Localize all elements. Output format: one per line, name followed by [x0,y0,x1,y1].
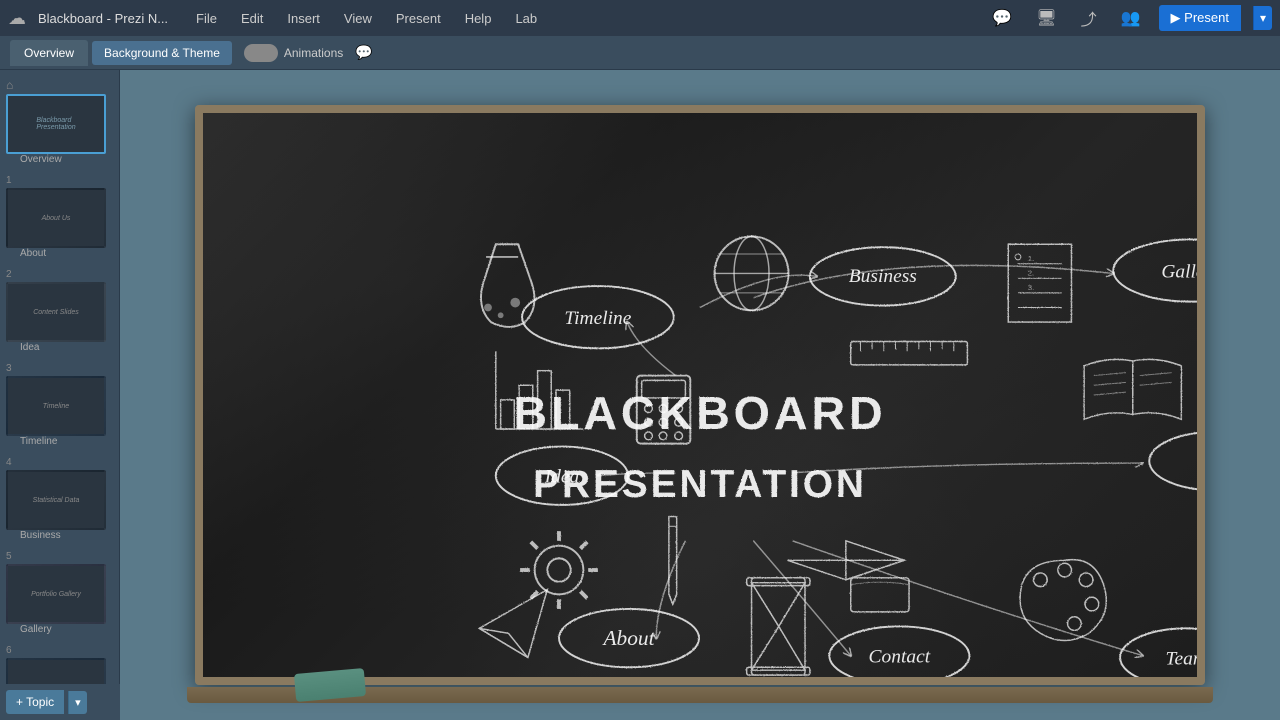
timeline-label: Timeline [6,436,57,447]
comment-icon: 💬 [355,44,372,61]
app-icon: ☁ [8,8,26,29]
slide-number-1: 1 [6,175,18,186]
timeline-thumbnail: Timeline [6,376,106,436]
idea-label: Idea [6,342,39,353]
sidebar-item-about[interactable]: 1 About Us About [4,173,115,261]
comment-button[interactable]: 💬 [986,4,1018,32]
animations-toggle: Animations 💬 [244,44,373,62]
content-area: BLACKBOARD PRESENTATION Business Gallery… [120,70,1280,720]
add-topic-dropdown-button[interactable]: ▾ [68,691,87,714]
sidebar-item-idea[interactable]: 2 Content Slides Idea [4,267,115,355]
business-label: Business [6,530,61,541]
bottom-bar: + Topic ▾ [0,684,120,720]
tab-background-theme[interactable]: Background & Theme [92,41,232,65]
business-thumbnail: Statistical Data [6,470,106,530]
menu-file[interactable]: File [190,9,223,28]
slide-number-3: 3 [6,363,18,374]
animations-switch[interactable] [244,44,278,62]
sidebar-item-overview[interactable]: ⌂ BlackboardPresentation Overview [4,76,115,167]
svg-text:Timeline: Timeline [564,308,631,329]
home-icon: ⌂ [6,78,13,92]
overview-label: Overview [6,154,62,165]
slide-number-6: 6 [6,645,18,656]
svg-text:Business: Business [849,266,917,287]
top-bar: ☁ Blackboard - Prezi N... File Edit Inse… [0,0,1280,36]
sidebar-item-timeline[interactable]: 3 Timeline Timeline [4,361,115,449]
menu-view[interactable]: View [338,9,378,28]
blackboard-wrapper: BLACKBOARD PRESENTATION Business Gallery… [195,105,1205,685]
board-svg: BLACKBOARD PRESENTATION Business Gallery… [203,113,1197,677]
gallery-label: Gallery [6,624,52,635]
menu-present[interactable]: Present [390,9,447,28]
window-title: Blackboard - Prezi N... [38,11,168,26]
menu-lab[interactable]: Lab [509,9,543,28]
share-button[interactable]: ⤴ [1075,2,1103,34]
sidebar: ⌂ BlackboardPresentation Overview 1 Abou… [0,70,120,720]
sidebar-item-business[interactable]: 4 Statistical Data Business [4,455,115,543]
about-label: About [6,248,46,259]
tab-overview[interactable]: Overview [10,40,88,66]
menu-edit[interactable]: Edit [235,9,269,28]
svg-text:2.: 2. [1028,268,1034,277]
gallery-thumbnail: Portfolio Gallery [6,564,106,624]
svg-text:3.: 3. [1028,283,1034,292]
about-thumbnail: About Us [6,188,106,248]
slide-number-5: 5 [6,551,18,562]
svg-text:Idea: Idea [544,467,580,488]
present-dropdown-button[interactable]: ▾ [1253,6,1272,30]
menu-insert[interactable]: Insert [281,9,326,28]
svg-text:About: About [601,626,655,650]
tabs-bar: Overview Background & Theme Animations 💬 [0,36,1280,70]
idea-thumbnail: Content Slides [6,282,106,342]
svg-text:Contact: Contact [869,646,931,667]
svg-text:PRESENTATION: PRESENTATION [533,463,867,506]
screen-button[interactable]: 🖥 [1030,4,1062,32]
svg-text:Team: Team [1165,648,1197,669]
add-topic-button[interactable]: + Topic [6,690,64,714]
blackboard[interactable]: BLACKBOARD PRESENTATION Business Gallery… [195,105,1205,685]
slide-number-2: 2 [6,269,18,280]
main-layout: ⌂ BlackboardPresentation Overview 1 Abou… [0,70,1280,720]
svg-text:Gallery: Gallery [1161,261,1197,282]
overview-thumbnail: BlackboardPresentation [6,94,106,154]
users-button[interactable]: 👥 [1115,4,1147,32]
slide-number-4: 4 [6,457,18,468]
svg-text:1.: 1. [1028,254,1034,263]
animations-label: Animations [284,46,343,60]
sidebar-item-gallery[interactable]: 5 Portfolio Gallery Gallery [4,549,115,637]
present-button[interactable]: ▶ Present [1159,5,1241,31]
menu-help[interactable]: Help [459,9,498,28]
